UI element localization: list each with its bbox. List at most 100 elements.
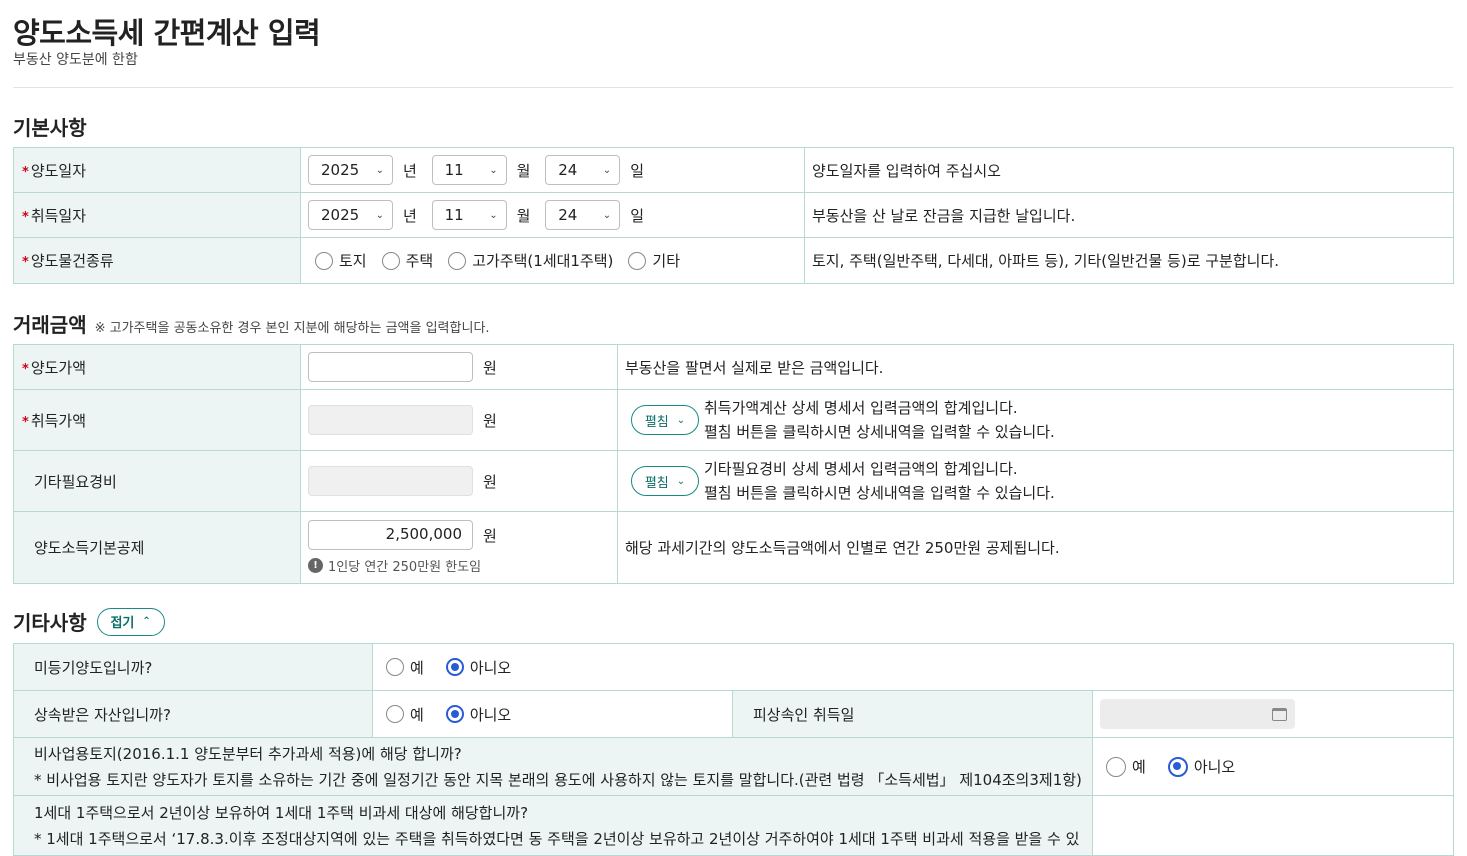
- property-type-label: 양도물건종류: [30, 252, 114, 270]
- radio-yes[interactable]: 예: [1106, 756, 1146, 777]
- radio-circle: [448, 251, 467, 270]
- radio-circle: [1106, 756, 1126, 777]
- chevron-down-icon: ⌄: [375, 209, 384, 221]
- transfer-month-select[interactable]: 11 ⌄: [431, 155, 507, 185]
- acquire-month-select[interactable]: 11 ⌄: [431, 200, 507, 230]
- radio-no[interactable]: 아니오: [1167, 756, 1236, 777]
- hint-text: 1인당 연간 250만원 한도임: [328, 560, 482, 575]
- radio-label: 예: [1132, 758, 1146, 776]
- property-type-desc: 토지, 주택(일반주택, 다세대, 아파트 등), 기타(일반건물 등)로 구분…: [804, 237, 1454, 284]
- section-title-etc: 기타사항 접기 ⌃: [13, 607, 165, 636]
- sale-price-input[interactable]: [308, 352, 473, 382]
- info-icon: !: [308, 558, 323, 573]
- radio-circle: [386, 658, 404, 676]
- decedent-acquire-cell: [1091, 690, 1455, 738]
- unit-won: 원: [483, 411, 497, 430]
- acquire-day-select[interactable]: 24 ⌄: [545, 200, 621, 230]
- other-cost-desc-text: 기타필요경비 상세 명세서 입력금액의 합계입니다. 펼침 버튼을 클릭하시면 상…: [704, 457, 1055, 505]
- unit-won: 원: [483, 358, 497, 377]
- radio-circle-selected: [1167, 756, 1188, 777]
- chevron-down-icon: ⌄: [489, 164, 498, 176]
- radio-label: 기타: [652, 252, 681, 270]
- decedent-acquire-label: 피상속인 취득일: [732, 690, 1093, 738]
- radio-label: 주택: [405, 252, 434, 270]
- row-property-type: * 양도물건종류 토지 주택 고가주택(1세대1주택) 기타 토지, 주택(일반주…: [13, 237, 1454, 284]
- transfer-year-select[interactable]: 2025 ⌄: [308, 155, 393, 185]
- acq-price-desc-text: 취득가액계산 상세 명세서 입력금액의 합계입니다. 펼침 버튼을 클릭하시면 상…: [704, 396, 1055, 444]
- radio-circle-selected: [445, 658, 464, 676]
- label-cell: * 양도일자: [13, 147, 301, 193]
- amount-note: ※ 고가주택을 공동소유한 경우 본인 지분에 해당하는 금액을 입력합니다.: [94, 321, 490, 336]
- radio-label: 아니오: [1193, 758, 1236, 776]
- one-house-label: 1세대 1주택으로서 2년이상 보유하여 1세대 1주택 비과세 대상에 해당합…: [34, 804, 529, 822]
- transfer-date-desc: 양도일자를 입력하여 주십시오: [804, 147, 1454, 193]
- acquire-date-label: 취득일자: [30, 206, 87, 225]
- transfer-year-value: 2025: [321, 161, 360, 179]
- radio-circle: [386, 705, 404, 723]
- etc-table: 미등기양도입니까? 예 아니오 상속받은 자산입니까? 예 아니오 피상속인 취…: [13, 643, 1455, 856]
- unit-day: 일: [630, 161, 644, 180]
- other-cost-desc-cell: 펼침 ⌄ 기타필요경비 상세 명세서 입력금액의 합계입니다. 펼침 버튼을 클릭하…: [617, 450, 1454, 512]
- sale-price-cell: 원: [300, 344, 618, 390]
- amount-title: 거래금액: [13, 313, 87, 337]
- radio-circle-selected: [445, 705, 464, 723]
- radio-circle: [381, 251, 400, 270]
- other-cost-desc: 펼침 ⌄ 기타필요경비 상세 명세서 입력금액의 합계입니다. 펼침 버튼을 클릭하…: [625, 457, 1446, 505]
- basic-deduction-desc: 해당 과세기간의 양도소득금액에서 인별로 연간 250만원 공제됩니다.: [617, 511, 1454, 584]
- required-icon: *: [22, 361, 29, 377]
- acquire-date-desc: 부동산을 산 날로 잔금을 지급한 날입니다.: [804, 192, 1454, 238]
- chevron-down-icon: ⌄: [489, 209, 498, 221]
- acquire-year-select[interactable]: 2025 ⌄: [308, 200, 393, 230]
- radio-circle: [628, 251, 647, 270]
- sale-price-label: 양도가액: [30, 358, 87, 377]
- radio-land[interactable]: 토지: [315, 250, 367, 271]
- other-cost-cell: 원: [300, 450, 618, 512]
- one-house-note: * 1세대 1주택으로서 ‘17.8.3.이후 조정대상지역에 있는 주택을 취…: [34, 830, 1080, 848]
- unit-year: 년: [403, 206, 417, 225]
- transfer-date-cell: 2025 ⌄ 년 11 ⌄ 월 24 ⌄ 일: [300, 147, 805, 193]
- acquire-year-value: 2025: [321, 206, 360, 224]
- radio-luxury-house[interactable]: 고가주택(1세대1주택): [448, 250, 613, 271]
- chevron-down-icon: ⌄: [602, 164, 612, 176]
- transfer-day-select[interactable]: 24 ⌄: [545, 155, 621, 185]
- radio-label: 고가주택(1세대1주택): [472, 252, 614, 270]
- chevron-up-icon: ⌃: [142, 616, 151, 627]
- radio-other[interactable]: 기타: [628, 250, 680, 271]
- label-cell: * 양도물건종류: [13, 237, 301, 284]
- row-sale-price: * 양도가액 원 부동산을 팔면서 실제로 받은 금액입니다.: [13, 344, 1454, 390]
- radio-yes[interactable]: 예: [386, 657, 424, 678]
- radio-label: 아니오: [469, 705, 512, 724]
- radio-yes[interactable]: 예: [386, 704, 424, 725]
- unit-month: 월: [516, 206, 531, 225]
- desc-line: 기타필요경비 상세 명세서 입력금액의 합계입니다.: [704, 460, 1018, 478]
- page-subtitle: 부동산 양도분에 한함: [13, 52, 138, 68]
- radio-label: 아니오: [469, 658, 512, 677]
- expand-acq-button[interactable]: 펼침 ⌄: [631, 405, 699, 435]
- unit-day: 일: [630, 206, 644, 225]
- required-icon: *: [22, 414, 29, 430]
- non-business-note: * 비사업용 토지란 양도자가 토지를 소유하는 기간 중에 일정기간 동안 지…: [34, 770, 1082, 789]
- non-business-label-cell: 비사업용토지(2016.1.1 양도분부터 추가과세 적용)에 해당 합니까? …: [13, 737, 1093, 796]
- label-cell: * 취득일자: [13, 192, 301, 238]
- fold-button[interactable]: 접기 ⌃: [96, 607, 165, 636]
- basic-deduction-input[interactable]: 2,500,000: [308, 520, 473, 550]
- expand-other-cost-button[interactable]: 펼침 ⌄: [631, 466, 699, 496]
- required-icon: *: [22, 164, 29, 180]
- other-cost-label: 기타필요경비: [13, 450, 301, 512]
- radio-no[interactable]: 아니오: [445, 657, 512, 678]
- property-type-cell: 토지 주택 고가주택(1세대1주택) 기타: [300, 237, 805, 284]
- non-business-cell: 예 아니오: [1091, 737, 1455, 796]
- row-inherited: 상속받은 자산입니까? 예 아니오 피상속인 취득일: [13, 690, 1455, 738]
- unit-won: 원: [483, 472, 497, 491]
- basic-deduction-hint: ! 1인당 연간 250만원 한도임: [308, 556, 610, 575]
- inherited-label: 상속받은 자산입니까?: [13, 690, 373, 738]
- chevron-down-icon: ⌄: [676, 475, 686, 487]
- radio-house[interactable]: 주택: [381, 250, 434, 271]
- basic-deduction-cell: 2,500,000 원 ! 1인당 연간 250만원 한도임: [300, 511, 618, 584]
- basic-info-table: * 양도일자 2025 ⌄ 년 11 ⌄ 월 24 ⌄ 일 양도일자를 입력하여 주십시오 *…: [13, 147, 1454, 284]
- acq-price-desc: 펼침 ⌄ 취득가액계산 상세 명세서 입력금액의 합계입니다. 펼침 버튼을 클릭하…: [625, 396, 1446, 444]
- radio-label: 예: [410, 705, 424, 724]
- transfer-month-value: 11: [444, 161, 464, 179]
- unregistered-cell: 예 아니오: [371, 643, 1455, 691]
- radio-no[interactable]: 아니오: [445, 704, 512, 725]
